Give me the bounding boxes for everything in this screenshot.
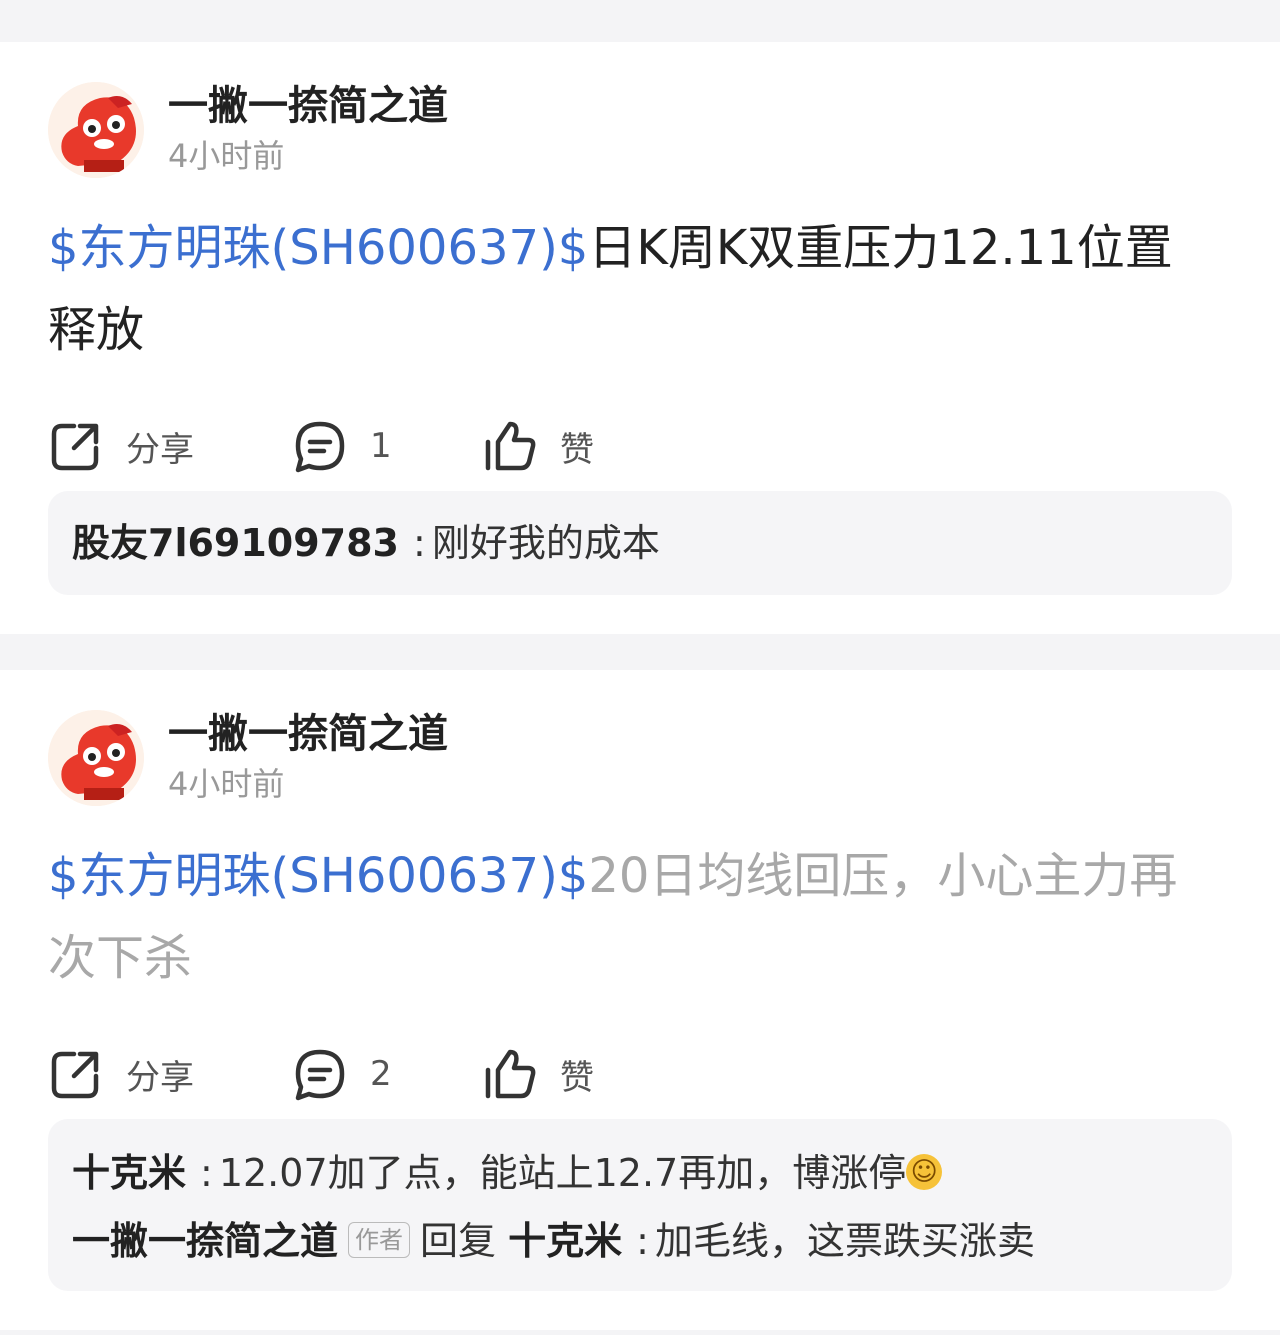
comment-item[interactable]: 股友7l69109783: 刚好我的成本 (72, 509, 1208, 577)
mascot-icon (48, 82, 144, 178)
avatar[interactable] (48, 82, 144, 178)
post-text-line1: 20日均线回压，小心主力再 (588, 848, 1178, 904)
post-text-line2: 次下杀 (48, 930, 193, 986)
post-text-line1: 日K周K双重压力12.11位置 (588, 220, 1173, 276)
comment-user[interactable]: 一撇一捺简之道 (72, 1219, 338, 1263)
author-name[interactable]: 一撇一捺简之道 (168, 82, 448, 130)
thumbs-up-icon (485, 421, 536, 471)
comment-count: 2 (370, 1054, 392, 1094)
post-header: 一撇一捺简之道 4小时前 (48, 82, 648, 178)
comment-preview[interactable]: 股友7l69109783: 刚好我的成本 (48, 491, 1232, 595)
comment-button[interactable]: 1 (292, 416, 392, 476)
like-label: 赞 (560, 429, 594, 470)
share-button[interactable]: 分享 (48, 416, 194, 476)
comment-preview[interactable]: 十克米:12.07加了点，能站上12.7再加，博涨停 ☺ 一撇一捺简之道 作者 回复 … (48, 1119, 1232, 1291)
stock-link[interactable]: $东方明珠(SH600637)$ (48, 848, 588, 904)
author-name[interactable]: 一撇一捺简之道 (168, 710, 448, 758)
like-button[interactable]: 赞 (482, 416, 594, 476)
post-card: 一撇一捺简之道 4小时前 $东方明珠(SH600637)$20日均线回压，小心主… (0, 670, 1280, 1330)
comment-icon (295, 421, 345, 473)
comment-item[interactable]: 十克米:12.07加了点，能站上12.7再加，博涨停 ☺ (72, 1139, 1208, 1207)
like-label: 赞 (560, 1057, 594, 1098)
post-time: 4小时前 (168, 765, 285, 803)
comment-sep: : (200, 1151, 213, 1195)
post-time: 4小时前 (168, 137, 285, 175)
share-icon (51, 1051, 99, 1099)
comment-user[interactable]: 股友7l69109783 (72, 521, 399, 565)
mascot-icon (48, 710, 144, 806)
stock-link[interactable]: $东方明珠(SH600637)$ (48, 220, 588, 276)
comment-icon (295, 1049, 345, 1101)
comment-user[interactable]: 十克米 (72, 1151, 186, 1195)
author-badge: 作者 (348, 1221, 411, 1258)
top-gap (0, 0, 1280, 20)
action-bar: 分享 1 赞 (48, 416, 748, 476)
post-text-line2: 释放 (48, 302, 145, 358)
reply-word: 回复 (420, 1219, 497, 1263)
grin-emoji-icon: ☺ (906, 1153, 943, 1190)
reply-to-user[interactable]: 十克米 (508, 1219, 622, 1263)
comment-sep: : (636, 1219, 649, 1263)
post-header: 一撇一捺简之道 4小时前 (48, 710, 648, 806)
share-label: 分享 (126, 1057, 194, 1098)
comment-sep: : (413, 521, 426, 565)
post-card: 一撇一捺简之道 4小时前 $东方明珠(SH600637)$日K周K双重压力12.… (0, 42, 1280, 634)
action-bar: 分享 2 赞 (48, 1044, 748, 1104)
share-icon (51, 423, 99, 471)
avatar[interactable] (48, 710, 144, 806)
post-content[interactable]: $东方明珠(SH600637)$20日均线回压，小心主力再 次下杀 (48, 835, 1218, 999)
share-label: 分享 (126, 429, 194, 470)
comment-text: 刚好我的成本 (431, 521, 660, 565)
comment-text: 12.07加了点，能站上12.7再加，博涨停 (218, 1151, 907, 1195)
comment-button[interactable]: 2 (292, 1044, 392, 1104)
comment-text: 加毛线，这票跌买涨卖 (654, 1219, 1035, 1263)
thumbs-up-icon (485, 1049, 536, 1099)
share-button[interactable]: 分享 (48, 1044, 194, 1104)
like-button[interactable]: 赞 (482, 1044, 594, 1104)
comment-count: 1 (370, 426, 392, 466)
comment-item[interactable]: 一撇一捺简之道 作者 回复 十克米: 加毛线，这票跌买涨卖 (72, 1207, 1208, 1275)
post-content[interactable]: $东方明珠(SH600637)$日K周K双重压力12.11位置 释放 (48, 207, 1218, 371)
